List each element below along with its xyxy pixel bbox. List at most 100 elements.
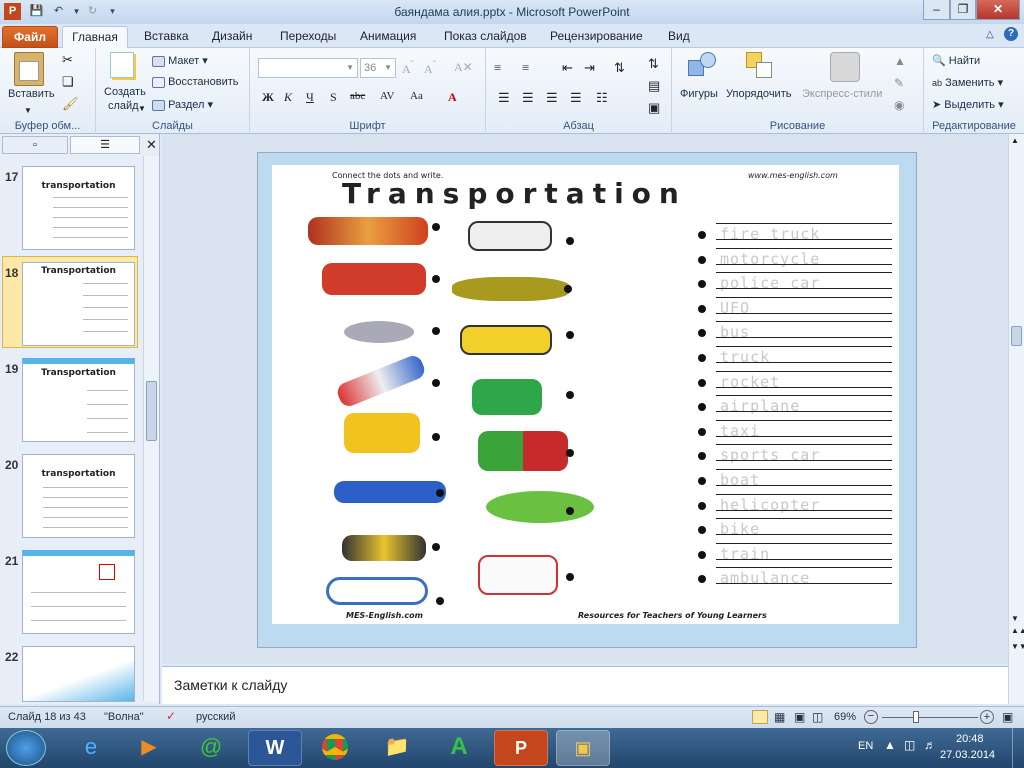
font-size-combo[interactable]: 36 ▼ (360, 58, 396, 78)
connect-dot[interactable] (432, 275, 440, 283)
word-dot[interactable] (698, 255, 706, 264)
word-icon[interactable]: W (248, 730, 302, 766)
clear-formatting-icon[interactable]: A✕ (454, 60, 473, 75)
numbering-icon[interactable]: ≡ (522, 60, 529, 76)
word-dot[interactable] (698, 501, 706, 510)
word-dot[interactable] (698, 403, 706, 412)
connect-dot[interactable] (432, 379, 440, 387)
next-slide-icon[interactable]: ▼▼ (1011, 642, 1024, 651)
powerpoint-taskbar-icon[interactable]: P (494, 730, 548, 766)
notes-pane[interactable]: Заметки к слайду (162, 666, 1008, 704)
align-text-icon[interactable]: ▤ (648, 78, 660, 94)
tab-file[interactable]: Файл (2, 26, 58, 48)
arrange-button[interactable]: Упорядочить (726, 88, 791, 100)
shapes-icon[interactable] (688, 52, 718, 80)
archiver-icon[interactable]: ▣ (556, 730, 610, 766)
grow-font-icon[interactable]: Aˆ (402, 60, 414, 77)
tab-design[interactable]: Дизайн (206, 26, 258, 48)
tab-view[interactable]: Вид (662, 26, 696, 48)
zoom-slider-track[interactable] (882, 717, 978, 718)
shape-effects-icon[interactable]: ◉ (894, 98, 904, 113)
volume-icon[interactable]: ♬ (924, 738, 936, 752)
zoom-in-icon[interactable]: + (980, 710, 994, 724)
explorer-folder-icon[interactable]: 📁 (370, 730, 424, 766)
paste-button[interactable]: Вставить (8, 88, 55, 100)
line-spacing-icon[interactable]: ⇅ (614, 60, 625, 76)
slide-thumbnail-18[interactable]: Transportation (22, 262, 135, 346)
tab-transitions[interactable]: Переходы (274, 26, 342, 48)
start-button[interactable] (6, 730, 46, 766)
tray-expand-icon[interactable]: ▲ (884, 738, 896, 752)
slide-thumbnail-17[interactable]: transportation (22, 166, 135, 250)
editor-scrollbar[interactable]: ▲ ▼ ▲▲ ▼▼ (1008, 134, 1024, 704)
shape-fill-icon[interactable]: ▲ (894, 54, 906, 69)
shapes-button[interactable]: Фигуры (680, 88, 718, 100)
font-name-dropdown-icon[interactable]: ▼ (346, 59, 354, 77)
italic-icon[interactable]: К (284, 90, 292, 105)
app-a-icon[interactable]: A (432, 730, 486, 766)
close-pane-icon[interactable]: ✕ (146, 137, 157, 153)
slide-thumbnail-21[interactable] (22, 550, 135, 634)
internet-explorer-icon[interactable]: e (64, 730, 118, 766)
normal-view-icon[interactable] (752, 710, 768, 724)
section-button[interactable]: Раздел ▾ (152, 98, 213, 111)
word-dot[interactable] (698, 477, 706, 485)
connect-dot[interactable] (564, 285, 572, 293)
word-dot[interactable] (698, 329, 706, 338)
word-dot[interactable] (698, 575, 706, 584)
select-button[interactable]: ➤ Выделить ▾ (932, 98, 1004, 111)
connect-dot[interactable] (566, 331, 574, 339)
mail-agent-icon[interactable]: @ (184, 730, 238, 766)
language-tray[interactable]: EN (858, 740, 873, 752)
text-direction-icon[interactable]: ⇅ (648, 56, 659, 72)
theme-name[interactable]: "Волна" (104, 711, 144, 723)
slide-canvas[interactable]: Connect the dots and write. www.mes-engl… (272, 165, 899, 624)
columns-icon[interactable]: ☷ (596, 90, 608, 106)
zoom-slider-thumb[interactable] (912, 711, 919, 723)
decrease-indent-icon[interactable]: ⇤ (562, 60, 573, 76)
bullets-icon[interactable]: ≡ (494, 60, 501, 76)
word-dot[interactable] (698, 304, 706, 313)
help-icon[interactable]: ? (1004, 27, 1018, 41)
scroll-up-icon[interactable]: ▲ (1011, 136, 1019, 145)
new-slide-icon[interactable] (110, 52, 134, 78)
font-size-dropdown-icon[interactable]: ▼ (384, 59, 392, 77)
cut-icon[interactable]: ✂ (62, 52, 73, 68)
restore-button[interactable]: ❐ (950, 0, 976, 20)
tab-animation[interactable]: Анимация (354, 26, 422, 48)
scrollbar-thumb[interactable] (146, 381, 157, 441)
tab-outline-pane[interactable]: ☰ (70, 136, 140, 154)
connect-dot[interactable] (566, 507, 574, 515)
word-dot[interactable] (698, 550, 706, 559)
reset-button[interactable]: Восстановить (152, 76, 239, 88)
connect-dot[interactable] (432, 327, 440, 335)
layout-button[interactable]: Макет ▾ (152, 54, 208, 67)
media-player-icon[interactable]: ▶ (122, 730, 176, 766)
font-name-combo[interactable]: ▼ (258, 58, 358, 78)
clock-date[interactable]: 27.03.2014 (940, 749, 995, 761)
tab-review[interactable]: Рецензирование (544, 26, 649, 48)
format-painter-icon[interactable]: 🖌 (62, 96, 79, 112)
zoom-out-icon[interactable]: − (864, 710, 878, 724)
quick-styles-icon[interactable] (830, 52, 860, 82)
network-icon[interactable]: ◫ (904, 738, 915, 752)
chrome-icon[interactable] (308, 730, 362, 766)
replace-button[interactable]: ab Заменить ▾ (932, 76, 1003, 89)
minimize-button[interactable]: – (923, 0, 950, 20)
paste-icon[interactable] (14, 52, 44, 86)
quick-styles-button[interactable]: Экспресс-стили (802, 88, 882, 100)
minimize-ribbon-icon[interactable]: △ (986, 29, 994, 40)
connect-dot[interactable] (566, 449, 574, 457)
slide-sorter-icon[interactable]: ▦ (774, 710, 785, 724)
connect-dot[interactable] (432, 433, 440, 441)
underline-icon[interactable]: Ч (306, 90, 314, 105)
find-button[interactable]: 🔍 Найти (932, 54, 980, 67)
connect-dot[interactable] (566, 573, 574, 581)
smartart-icon[interactable]: ▣ (648, 100, 660, 116)
word-dot[interactable] (698, 280, 706, 289)
slide-thumbnail-20[interactable]: transportation (22, 454, 135, 538)
language-indicator[interactable]: русский (196, 711, 235, 723)
tab-slides-pane[interactable]: ▫ (2, 136, 68, 154)
char-spacing-icon[interactable]: AV (380, 90, 394, 102)
scroll-down-icon[interactable]: ▼ (1011, 614, 1019, 623)
